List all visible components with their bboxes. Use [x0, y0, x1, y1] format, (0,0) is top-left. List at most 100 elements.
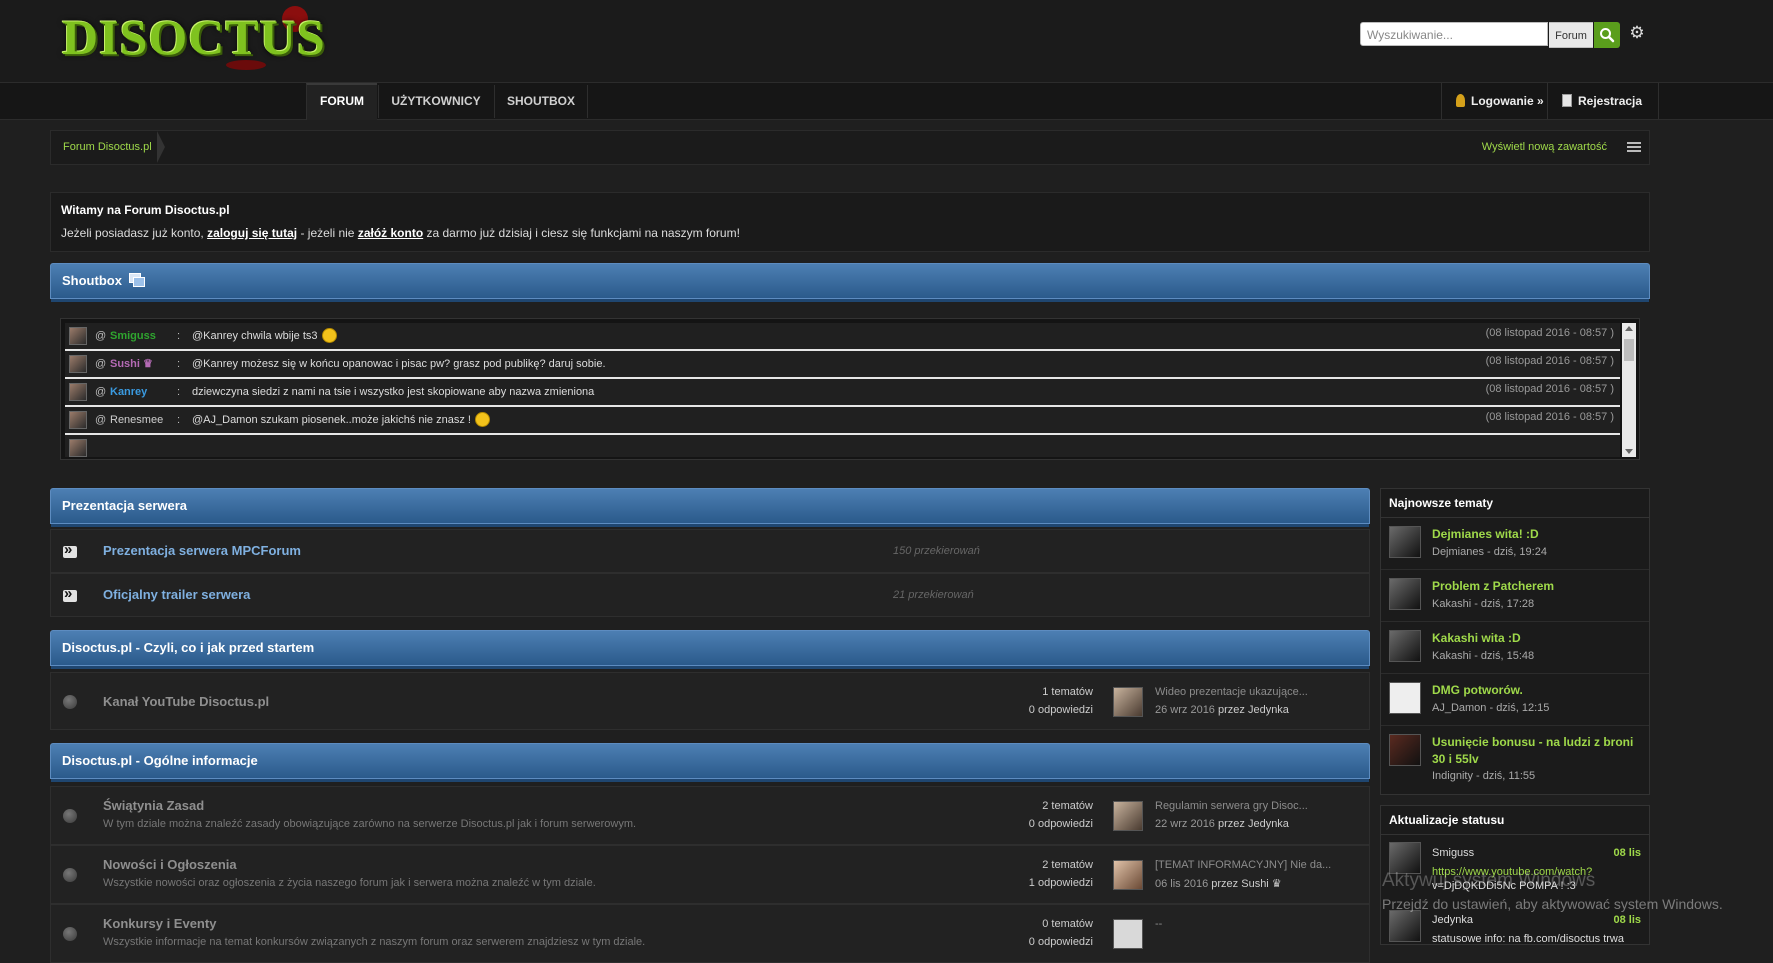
shout-separator: : — [177, 358, 181, 370]
redirect-icon — [63, 541, 77, 558]
avatar[interactable] — [69, 383, 87, 401]
mention-button[interactable]: @ — [95, 351, 106, 377]
category-title[interactable]: Disoctus.pl - Czyli, co i jak przed star… — [62, 640, 314, 655]
list-icon[interactable] — [1627, 142, 1641, 152]
welcome-text: Jeżeli posiadasz już konto, zaloguj się … — [61, 226, 740, 240]
reply-count: 0 odpowiedzi — [1028, 936, 1093, 948]
avatar[interactable] — [1389, 910, 1421, 942]
avatar[interactable] — [69, 355, 87, 373]
shout-username[interactable]: Kanrey — [110, 379, 147, 405]
shout-time: (08 listopad 2016 - 08:57 ) — [1485, 327, 1614, 339]
topic-title[interactable]: Dejmianes wita! :D — [1432, 526, 1642, 543]
topic-title[interactable]: DMG potworów. — [1432, 682, 1642, 699]
shoutbox-header-underline — [51, 299, 1649, 302]
shout-time: (08 listopad 2016 - 08:57 ) — [1485, 383, 1614, 395]
forum-description: W tym dziale można znaleźć zasady obowią… — [103, 818, 637, 830]
popup-window-icon[interactable] — [128, 273, 145, 287]
shout-scrollbar[interactable] — [1622, 323, 1636, 457]
last-post-date: 22 wrz 2016 — [1155, 818, 1215, 830]
shout-list[interactable]: @ Smiguss : @Kanrey chwila wbije ts3 (08… — [65, 323, 1620, 457]
gear-icon[interactable]: ⚙ — [1628, 24, 1646, 42]
search-scope-select[interactable]: Forum — [1549, 22, 1593, 48]
register-link[interactable]: Rejestracja — [1547, 83, 1659, 119]
forum-title[interactable]: Świątynia Zasad — [103, 798, 204, 813]
forum-row: Nowości i Ogłoszenia Wszystkie nowości o… — [50, 845, 1370, 904]
shoutbox-title: Shoutbox — [62, 273, 122, 288]
avatar[interactable] — [69, 439, 87, 457]
new-content-link[interactable]: Wyświetl nową zawartość — [1482, 131, 1607, 164]
scroll-down-icon[interactable] — [1625, 449, 1633, 454]
search-bar: Wyszukiwanie... Forum — [1360, 22, 1620, 48]
shout-row: @ Smiguss : @Kanrey chwila wbije ts3 (08… — [65, 323, 1620, 351]
avatar[interactable] — [1389, 682, 1421, 714]
forum-title[interactable]: Konkursy i Eventy — [103, 916, 216, 931]
last-post-title[interactable]: Regulamin serwera gry Disoc... — [1155, 800, 1308, 812]
redirect-title[interactable]: Prezentacja serwera MPCForum — [103, 530, 301, 572]
shout-message: @Kanrey możesz się w końcu opanowac i pi… — [192, 358, 606, 370]
avatar[interactable] — [1113, 919, 1143, 949]
forum-title[interactable]: Nowości i Ogłoszenia — [103, 857, 237, 872]
category-title[interactable]: Prezentacja serwera — [62, 498, 187, 513]
redirect-title[interactable]: Oficjalny trailer serwera — [103, 574, 250, 616]
windows-activation-title: Aktywuj system Windows — [1382, 870, 1596, 891]
shoutbox-panel: @ Smiguss : @Kanrey chwila wbije ts3 (08… — [60, 318, 1640, 460]
shout-time: (08 listopad 2016 - 08:57 ) — [1485, 355, 1614, 367]
latest-topic: DMG potworów. AJ_Damon - dziś, 12:15 — [1381, 674, 1649, 726]
status-author[interactable]: Jedynka — [1432, 914, 1473, 926]
tab-shoutbox[interactable]: SHOUTBOX — [494, 85, 588, 118]
category-header[interactable]: Disoctus.pl - Ogólne informacje — [50, 743, 1370, 782]
shout-username[interactable]: Smiguss — [110, 323, 156, 349]
avatar[interactable] — [1113, 860, 1143, 890]
topic-title[interactable]: Kakashi wita :D — [1432, 630, 1642, 647]
avatar[interactable] — [1389, 734, 1421, 766]
topic-count: 1 tematów — [1042, 686, 1093, 698]
welcome-text-part: za darmo już dzisiaj i ciesz się funkcja… — [423, 226, 740, 240]
shout-row: @ Sushi ♛ : @Kanrey możesz się w końcu o… — [65, 351, 1620, 379]
scroll-up-icon[interactable] — [1625, 326, 1633, 331]
login-here-link[interactable]: zaloguj się tutaj — [207, 226, 297, 240]
topic-count: 2 tematów — [1042, 800, 1093, 812]
category-title[interactable]: Disoctus.pl - Ogólne informacje — [62, 753, 258, 768]
search-button[interactable] — [1594, 22, 1620, 48]
avatar[interactable] — [1113, 801, 1143, 831]
forum-row: Konkursy i Eventy Wszystkie informacje n… — [50, 904, 1370, 963]
create-account-link[interactable]: załóż konto — [358, 226, 423, 240]
search-input[interactable]: Wyszukiwanie... — [1360, 22, 1548, 46]
avatar[interactable] — [1389, 526, 1421, 558]
redirect-count: 150 przekierowań — [893, 545, 980, 557]
topic-title[interactable]: Usunięcie bonusu - na ludzi z broni 30 i… — [1432, 734, 1642, 768]
mention-button[interactable]: @ — [95, 323, 106, 349]
last-post-title[interactable]: Wideo prezentacje ukazujące... — [1155, 686, 1308, 698]
mention-button[interactable]: @ — [95, 407, 106, 433]
last-post-title[interactable]: [TEMAT INFORMACYJNY] Nie da... — [1155, 859, 1331, 871]
scroll-thumb[interactable] — [1624, 339, 1634, 361]
tab-forum[interactable]: FORUM — [306, 83, 377, 120]
last-post-meta: 06 lis 2016 przez Sushi ♛ — [1155, 877, 1282, 890]
avatar[interactable] — [1113, 687, 1143, 717]
shout-username[interactable]: Sushi ♛ — [110, 351, 153, 377]
site-logo[interactable]: DISOCTUS — [50, 2, 325, 74]
shout-username[interactable]: Renesmee — [110, 407, 163, 433]
avatar[interactable] — [69, 411, 87, 429]
last-post-author[interactable]: przez Jedynka — [1218, 704, 1289, 716]
last-post-author[interactable]: przez Jedynka — [1218, 818, 1289, 830]
shout-message: @AJ_Damon szukam piosenek..może jakichś … — [192, 407, 490, 433]
avatar[interactable] — [1389, 578, 1421, 610]
last-post-author[interactable]: przez Sushi ♛ — [1211, 878, 1281, 890]
topic-title[interactable]: Problem z Patcherem — [1432, 578, 1642, 595]
mention-button[interactable]: @ — [95, 379, 106, 405]
avatar[interactable] — [69, 327, 87, 345]
latest-topic: Kakashi wita :D Kakashi - dziś, 15:48 — [1381, 622, 1649, 674]
forum-title[interactable]: Kanał YouTube Disoctus.pl — [103, 694, 269, 709]
redirect-row: Prezentacja serwera MPCForum 150 przekie… — [50, 529, 1370, 573]
category-header[interactable]: Disoctus.pl - Czyli, co i jak przed star… — [50, 630, 1370, 669]
avatar[interactable] — [1389, 630, 1421, 662]
login-link[interactable]: Logowanie » — [1441, 83, 1548, 119]
breadcrumb-home[interactable]: Forum Disoctus.pl — [63, 131, 152, 164]
shoutbox-header: Shoutbox — [50, 263, 1650, 302]
shout-time: (08 listopad 2016 - 08:57 ) — [1485, 411, 1614, 423]
tab-users[interactable]: UŻYTKOWNICY — [378, 85, 493, 118]
category-header[interactable]: Prezentacja serwera — [50, 488, 1370, 527]
welcome-box: Witamy na Forum Disoctus.pl Jeżeli posia… — [50, 192, 1650, 252]
status-author[interactable]: Smiguss — [1432, 847, 1474, 859]
